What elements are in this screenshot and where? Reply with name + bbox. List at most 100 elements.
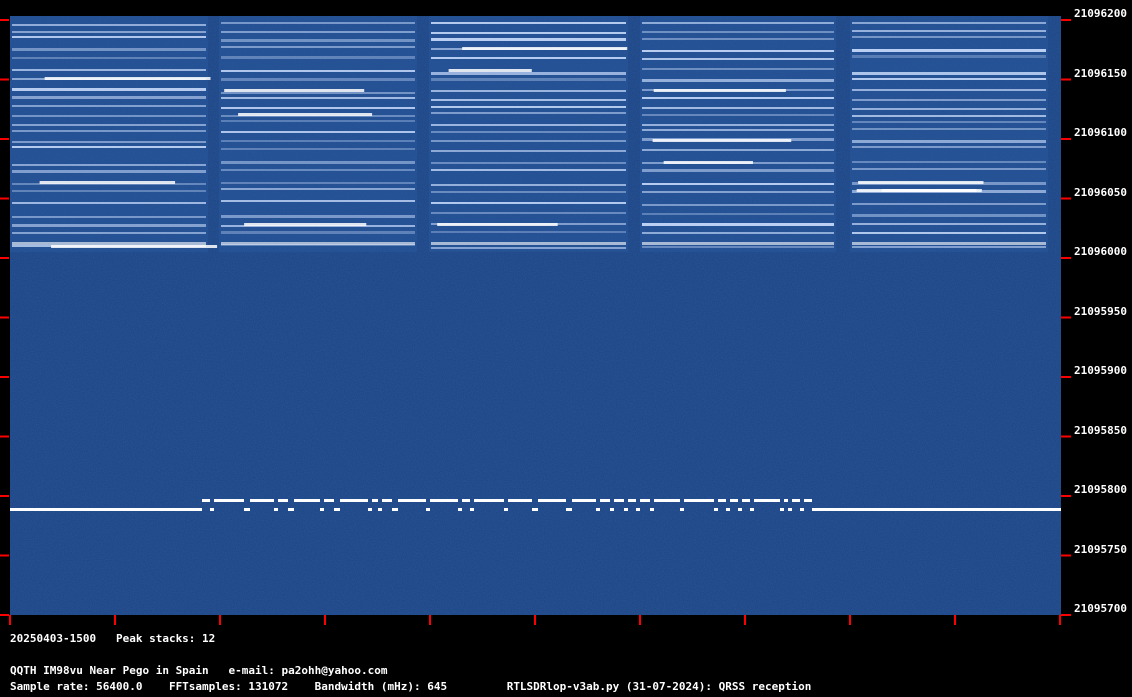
signal-line (852, 161, 1046, 163)
y-tick (1061, 554, 1071, 557)
x-tick (849, 615, 851, 625)
signal-line (431, 72, 626, 75)
signal-line (431, 184, 626, 186)
spectrogram (10, 16, 1061, 615)
x-tick (534, 615, 536, 625)
signal-line (12, 31, 206, 33)
trace-mark (250, 499, 274, 502)
signal-line (431, 78, 626, 81)
right-tick-marks (1061, 19, 1071, 616)
signal-line (642, 232, 834, 234)
signal-line (221, 31, 415, 33)
signal-peak (44, 77, 211, 80)
y-label: 21096150 (1074, 67, 1127, 80)
x-tick (9, 615, 11, 625)
signal-peak (462, 47, 628, 50)
signal-line (642, 124, 834, 126)
signal-peak (663, 161, 753, 164)
y-tick (0, 316, 9, 319)
signal-line (12, 216, 206, 218)
y-tick (1061, 19, 1071, 21)
trace-mark (430, 499, 458, 502)
signal-line (431, 242, 626, 245)
signal-line (221, 148, 415, 150)
trace-space (426, 508, 430, 511)
signal-line (221, 46, 415, 48)
signal-line (431, 150, 626, 152)
signal-line (431, 22, 626, 24)
trace-space (680, 508, 684, 511)
signal-line (221, 131, 415, 133)
signal-line (431, 162, 626, 164)
x-tick (324, 615, 326, 625)
signal-line (431, 131, 626, 133)
trace-mark (294, 499, 320, 502)
trace-mark (278, 499, 288, 502)
y-tick (0, 19, 9, 21)
y-tick (1061, 257, 1071, 259)
signal-line (642, 149, 834, 151)
trace-space (726, 508, 730, 511)
signal-line (221, 169, 415, 171)
signal-line (852, 30, 1046, 32)
signal-line (642, 58, 834, 60)
x-tick (219, 615, 221, 625)
trace-mark (654, 499, 680, 502)
signal-line (642, 31, 834, 33)
signal-line (221, 78, 415, 81)
trace-space (566, 508, 572, 511)
signal-line (221, 70, 415, 72)
left-tick-marks (0, 19, 9, 616)
signal-line (12, 96, 206, 99)
signal-line (221, 215, 415, 218)
trace-mark (600, 499, 610, 502)
signal-peak (224, 89, 365, 92)
trace-mark (398, 499, 426, 502)
y-tick (0, 495, 9, 497)
signal-line (642, 191, 834, 193)
signal-line (12, 141, 206, 143)
signal-line (12, 57, 206, 59)
y-tick (1061, 197, 1071, 200)
signal-line (221, 56, 415, 59)
trace-space (274, 508, 278, 511)
trace-mark (628, 499, 636, 502)
signal-line (12, 88, 206, 91)
y-tick (0, 138, 9, 140)
signal-line (852, 115, 1046, 117)
signal-line (221, 231, 415, 234)
signal-line (852, 108, 1046, 110)
signal-line (12, 164, 206, 166)
signal-line (642, 213, 834, 215)
signal-bands (10, 16, 1048, 252)
signal-line (221, 97, 415, 99)
trace-mark (742, 499, 750, 502)
signal-line (852, 232, 1046, 234)
signal-line (642, 107, 834, 109)
signal-line (852, 22, 1046, 24)
signal-peak (437, 223, 558, 226)
signal-peak (244, 223, 367, 226)
trace-mark (214, 499, 244, 502)
signal-line (12, 232, 206, 234)
trace-space (738, 508, 742, 511)
trace-space (392, 508, 398, 511)
trace-space (288, 508, 294, 511)
signal-line (852, 203, 1046, 205)
signal-line (12, 105, 206, 107)
signal-line (221, 39, 415, 42)
signal-line (852, 140, 1046, 143)
signal-line (221, 92, 415, 94)
y-tick (0, 257, 9, 259)
signal-line (642, 223, 834, 226)
y-label: 21096050 (1074, 186, 1127, 199)
x-tick (639, 615, 641, 625)
trace-space (610, 508, 614, 511)
x-tick (429, 615, 431, 625)
signal-line (852, 72, 1046, 75)
signal-line (642, 169, 834, 172)
signal-line (12, 36, 206, 38)
signal-line (12, 190, 206, 192)
signal-line (221, 140, 415, 142)
timestamp-peak-stacks: 20250403-1500 Peak stacks: 12 (10, 632, 216, 645)
